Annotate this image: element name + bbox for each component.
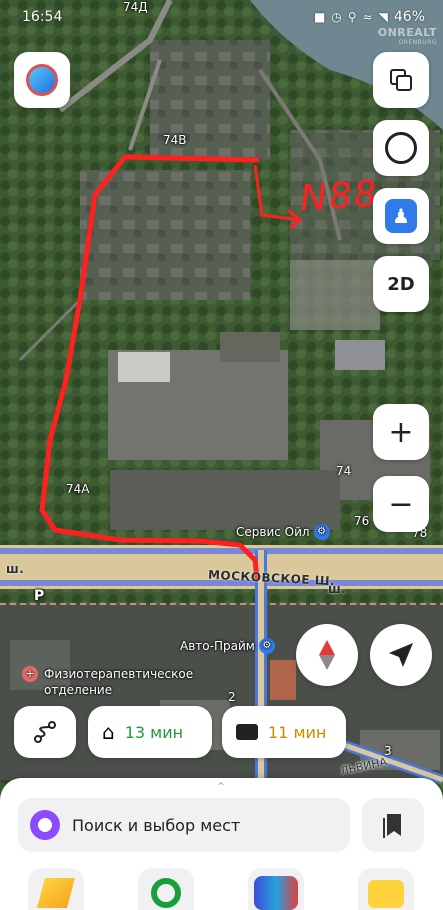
home-icon: ⌂: [102, 720, 115, 744]
poi-physiotherapy[interactable]: + Физиотерапевтическое отделение: [22, 666, 193, 698]
poi-physiotherapy-line1: Физиотерапевтическое: [44, 667, 194, 681]
location-icon: ⚲: [347, 10, 357, 24]
quick-action-metro[interactable]: [248, 868, 304, 910]
compass-button[interactable]: [296, 624, 358, 686]
my-location-button[interactable]: [370, 624, 432, 686]
taxi-icon: [368, 880, 404, 908]
car-service-icon: ⚙: [313, 524, 330, 540]
zoom-out-button[interactable]: −: [373, 476, 429, 532]
watermark-brand: ONREALT: [377, 26, 437, 39]
poi-auto-prime[interactable]: Авто-Прайм ⚙: [180, 638, 275, 654]
person-icon: ♟: [385, 199, 417, 233]
bookmarks-button[interactable]: [362, 798, 424, 852]
house-label: 76: [354, 514, 370, 528]
minus-icon: −: [388, 486, 414, 522]
handwritten-note: N88: [298, 173, 381, 220]
quick-action-navigator[interactable]: [28, 868, 84, 910]
medical-icon: +: [22, 666, 38, 682]
wifi-icon: ≈: [362, 10, 373, 24]
poi-service-oil[interactable]: Сервис Ойл ⚙: [236, 524, 330, 540]
alice-icon: [30, 810, 60, 840]
work-time: 11 мин: [268, 722, 327, 742]
house-label: 74В: [163, 133, 187, 147]
sheet-handle-icon[interactable]: ⌃: [206, 781, 236, 793]
work-shortcut[interactable]: 11 мин: [222, 706, 346, 758]
battery-percent: 46%: [393, 9, 425, 25]
bottom-sheet[interactable]: ⌃ Поиск и выбор мест: [0, 778, 443, 910]
watermark-sub: ORENBURG: [398, 39, 437, 46]
routes-button[interactable]: [14, 706, 76, 758]
home-shortcut[interactable]: ⌂ 13 мин: [88, 706, 212, 758]
profile-button[interactable]: [14, 52, 70, 108]
layers-icon: [390, 69, 412, 91]
watermark: ONREALT ORENBURG: [378, 26, 437, 46]
car-service-icon: ⚙: [258, 638, 275, 654]
highway-label: ш.: [6, 562, 25, 576]
search-placeholder: Поиск и выбор мест: [72, 815, 241, 835]
poi-physiotherapy-line2: отделение: [44, 683, 113, 697]
view-mode-button[interactable]: 2D: [373, 256, 429, 312]
highway-label: ш.: [328, 582, 347, 596]
navigation-arrow-icon: [389, 643, 413, 667]
navigator-icon: [36, 878, 76, 908]
alice-icon: [385, 132, 417, 164]
quick-action-transport[interactable]: [138, 868, 194, 910]
poi-auto-prime-label: Авто-Прайм: [180, 639, 255, 653]
house-label: 74А: [66, 482, 90, 496]
metro-icon: [254, 876, 298, 910]
parking-icon: P: [34, 588, 45, 604]
notification-icon: ■: [313, 10, 326, 24]
alarm-icon: ◷: [331, 10, 342, 24]
plus-icon: +: [388, 414, 414, 450]
view-mode-label: 2D: [387, 273, 415, 295]
transport-icon: [151, 878, 181, 908]
house-label: 74: [336, 464, 352, 478]
status-bar: 16:54 ■ ◷ ⚲ ≈ ◥ 46%: [0, 0, 443, 34]
compass-icon: [319, 640, 335, 670]
quick-action-taxi[interactable]: [358, 868, 414, 910]
route-icon: [34, 721, 56, 743]
poi-service-oil-label: Сервис Ойл: [236, 525, 310, 539]
house-label: 2: [228, 690, 236, 704]
avatar: [26, 64, 58, 96]
signal-icon: ◥: [378, 10, 388, 24]
alice-button[interactable]: [373, 120, 429, 176]
home-time: 13 мин: [124, 722, 184, 742]
briefcase-icon: [236, 724, 258, 740]
status-time: 16:54: [22, 9, 63, 25]
bookmark-icon: [383, 814, 401, 838]
zoom-in-button[interactable]: +: [373, 404, 429, 460]
layers-button[interactable]: [373, 52, 429, 108]
transit-button[interactable]: ♟: [373, 188, 429, 244]
search-input[interactable]: Поиск и выбор мест: [18, 798, 350, 852]
